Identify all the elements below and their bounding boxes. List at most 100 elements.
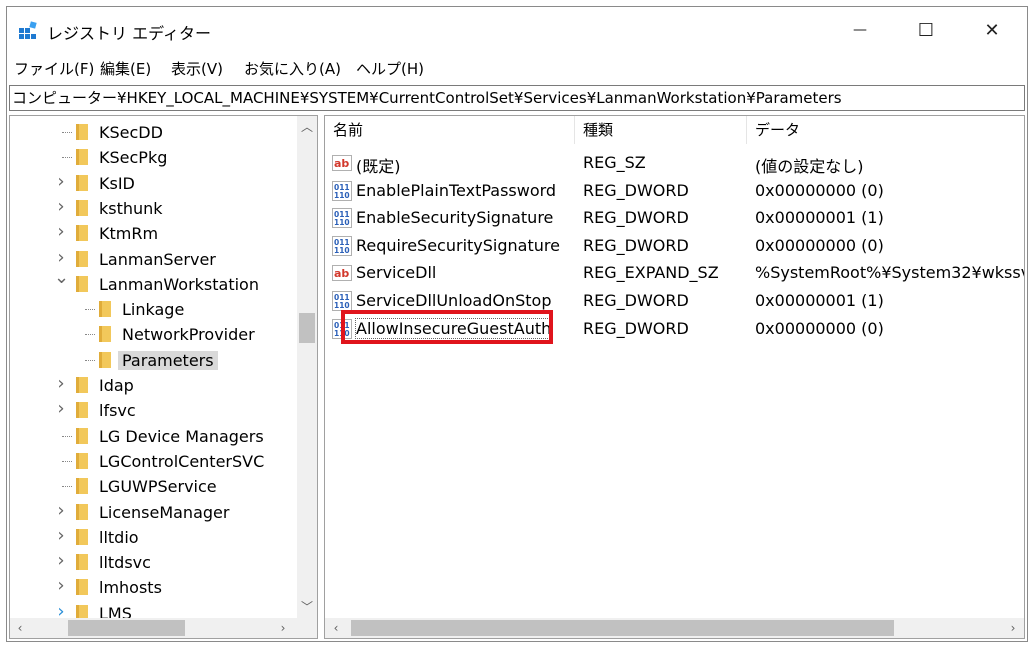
value-type: REG_SZ — [583, 153, 646, 172]
menu-help[interactable]: ヘルプ(H) — [356, 58, 424, 79]
chevron-right-icon[interactable]: › — [54, 223, 68, 241]
tree-item-label: KSecPkg — [99, 148, 168, 168]
list-horizontal-scrollbar[interactable]: ‹ › — [325, 618, 1024, 638]
tree-item[interactable]: Parameters — [10, 348, 290, 373]
tree-item[interactable]: › lltdsvc — [10, 550, 290, 575]
value-data: 0x00000001 (1) — [755, 291, 884, 310]
svg-text:110: 110 — [334, 301, 350, 310]
column-header-name[interactable]: 名前 — [325, 116, 575, 144]
chevron-right-icon[interactable]: › — [54, 197, 68, 215]
tree-item[interactable]: › lmhosts — [10, 575, 290, 600]
tree-item[interactable]: › KtmRm — [10, 221, 290, 246]
tree-item[interactable]: NetworkProvider — [10, 322, 290, 347]
folder-icon — [76, 250, 88, 267]
registry-editor-app-icon — [19, 21, 37, 39]
value-name: EnablePlainTextPassword — [356, 180, 557, 200]
minimize-button[interactable]: — — [827, 7, 893, 53]
folder-icon — [76, 452, 88, 469]
tree-item[interactable]: KSecDD — [10, 120, 290, 145]
tree-item-label: KSecDD — [99, 123, 163, 142]
scroll-right-icon[interactable]: › — [276, 619, 290, 637]
tree-item-label: Linkage — [122, 300, 185, 320]
close-button[interactable]: ✕ — [959, 7, 1025, 53]
tree-item[interactable]: ⌄ LanmanWorkstation — [10, 268, 290, 297]
list-item[interactable]: ab (既定) REG_SZ (値の設定なし) — [325, 149, 1024, 176]
chevron-right-icon[interactable]: › — [54, 375, 68, 393]
tree-item[interactable]: LGUWPService — [10, 474, 290, 499]
chevron-down-icon[interactable]: ⌄ — [54, 268, 69, 286]
tree-item[interactable]: Linkage — [10, 297, 290, 322]
tree-item[interactable]: › LanmanServer — [10, 247, 290, 272]
svg-text:ab: ab — [334, 157, 349, 170]
chevron-right-icon[interactable]: › — [54, 552, 68, 570]
list-item[interactable]: 011 110 EnablePlainTextPassword REG_DWORD 0x… — [325, 177, 1024, 204]
tree-vertical-scrollbar[interactable]: ︿ ﹀ — [297, 116, 317, 619]
values-list-pane[interactable]: 名前 種類 データ ab (既定) REG_SZ (値の設定なし) 011 110 Enab… — [324, 115, 1025, 639]
svg-text:110: 110 — [334, 191, 350, 200]
list-item[interactable]: 011 110 EnableSecuritySignature REG_DWORD 0x… — [325, 204, 1024, 231]
value-type: REG_DWORD — [583, 291, 689, 310]
value-data: 0x00000001 (1) — [755, 208, 884, 228]
tree-item[interactable]: › LicenseManager — [10, 500, 290, 525]
menu-favorites[interactable]: お気に入り(A) — [244, 58, 341, 79]
title-bar[interactable]: レジストリ エディター — ☐ ✕ — [7, 7, 1027, 53]
chevron-right-icon[interactable]: › — [54, 501, 68, 519]
value-data: 0x00000000 (0) — [755, 318, 884, 338]
folder-icon — [76, 149, 88, 166]
tree-item[interactable]: › lltdio — [10, 525, 290, 550]
list-scroll-left-icon[interactable]: ‹ — [329, 619, 343, 637]
tree-item-label: LGUWPService — [99, 477, 217, 497]
menu-file[interactable]: ファイル(F) — [14, 58, 94, 79]
tree-horizontal-scrollbar[interactable]: ‹ › — [10, 618, 317, 638]
column-header-data[interactable]: データ — [747, 116, 1024, 144]
tree-item[interactable]: KSecPkg — [10, 145, 290, 170]
tree-item[interactable]: › KsID — [10, 171, 290, 196]
chevron-right-icon[interactable]: › — [54, 400, 68, 418]
folder-icon — [76, 174, 88, 191]
binary-value-icon: 011 110 — [332, 235, 352, 256]
scroll-down-icon[interactable]: ﹀ — [297, 598, 317, 616]
list-hscroll-thumb[interactable] — [351, 620, 894, 636]
window-title: レジストリ エディター — [47, 24, 211, 43]
address-bar[interactable]: コンピューター¥HKEY_LOCAL_MACHINE¥SYSTEM¥Curren… — [9, 85, 1025, 111]
key-tree-pane[interactable]: KSecDD KSecPkg › KsID › ksthunk › KtmRm › LanmanS… — [9, 115, 318, 639]
folder-icon — [99, 326, 111, 343]
maximize-button[interactable]: ☐ — [893, 7, 959, 53]
chevron-right-icon[interactable]: › — [54, 172, 68, 190]
list-scroll-right-icon[interactable]: › — [1006, 619, 1020, 637]
value-name: RequireSecuritySignature — [356, 235, 560, 255]
folder-icon — [76, 528, 88, 545]
menu-bar: ファイル(F) 編集(E) 表示(V) お気に入り(A) ヘルプ(H) — [7, 55, 1027, 81]
tree-item[interactable]: › ksthunk — [10, 196, 290, 221]
folder-icon — [76, 427, 88, 444]
value-data: 0x00000000 (0) — [755, 235, 884, 255]
column-header-type[interactable]: 種類 — [575, 116, 747, 144]
value-data: 0x00000000 (0) — [755, 180, 884, 200]
list-item[interactable]: ab ServiceDll REG_EXPAND_SZ %SystemRoot%¥Sy… — [325, 259, 1024, 286]
folder-icon — [76, 503, 88, 520]
menu-edit[interactable]: 編集(E) — [100, 58, 151, 79]
tree-item[interactable]: › lfsvc — [10, 398, 290, 423]
chevron-right-icon[interactable]: › — [54, 577, 68, 595]
menu-view[interactable]: 表示(V) — [171, 58, 223, 79]
scroll-left-icon[interactable]: ‹ — [13, 619, 27, 637]
list-item[interactable]: 011 110 RequireSecuritySignature REG_DWORD 0… — [325, 232, 1024, 259]
minimize-icon: — — [853, 22, 867, 38]
scroll-up-icon[interactable]: ︿ — [297, 118, 317, 136]
tree-connector — [62, 486, 72, 488]
folder-icon — [76, 377, 88, 393]
tree-item-label: KtmRm — [99, 224, 159, 244]
maximize-icon: ☐ — [917, 19, 935, 41]
tree-item-label: NetworkProvider — [122, 325, 255, 345]
tree-item[interactable]: LG Device Managers — [10, 424, 290, 449]
tree-item[interactable]: › Idap — [10, 373, 290, 398]
value-type: REG_EXPAND_SZ — [583, 263, 719, 283]
value-type: REG_DWORD — [583, 318, 689, 338]
tree-vscroll-thumb[interactable] — [299, 313, 315, 343]
binary-value-icon: 011 110 — [332, 208, 352, 229]
tree-item[interactable]: LGControlCenterSVC — [10, 449, 290, 474]
tree-hscroll-thumb[interactable] — [68, 620, 185, 636]
chevron-right-icon[interactable]: › — [54, 248, 68, 266]
chevron-right-icon[interactable]: › — [54, 526, 68, 544]
tree-item-label: LanmanServer — [99, 249, 216, 269]
